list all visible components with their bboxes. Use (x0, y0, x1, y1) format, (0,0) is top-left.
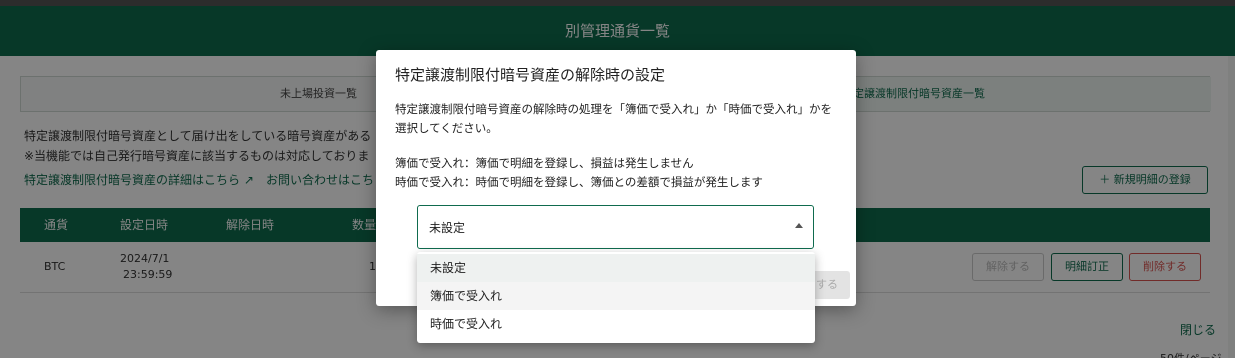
release-method-dropdown: 未設定 簿価で受入れ 時価で受入れ (417, 252, 815, 343)
option-book-value[interactable]: 簿価で受入れ (417, 282, 815, 310)
option-market-description: 時価で受入れ：時価で明細を登録し、簿価との差額で損益が発生します (395, 175, 763, 189)
caret-up-icon (795, 223, 803, 228)
option-market-value[interactable]: 時価で受入れ (417, 310, 815, 338)
dialog-description: 特定譲渡制限付暗号資産の解除時の処理を「簿価で受入れ」か「時価で受入れ」かを選択… (395, 102, 832, 135)
option-unset[interactable]: 未設定 (417, 254, 815, 282)
dialog-title: 特定譲渡制限付暗号資産の解除時の設定 (395, 66, 666, 84)
select-value: 未設定 (429, 221, 466, 235)
release-method-select[interactable]: 未設定 (417, 205, 814, 249)
option-book-description: 簿価で受入れ：簿価で明細を登録し、損益は発生しません (395, 156, 694, 170)
